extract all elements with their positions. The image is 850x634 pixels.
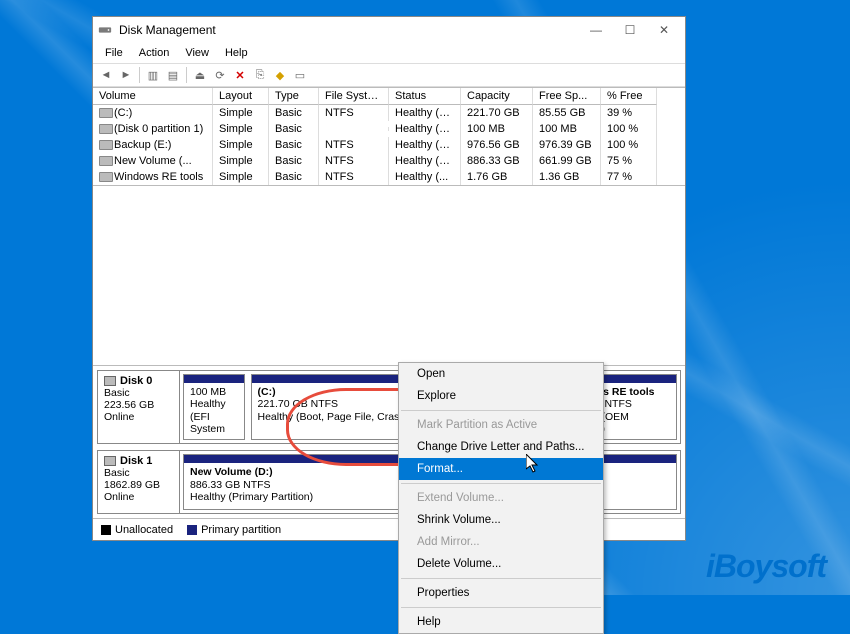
- context-menu: OpenExplore Mark Partition as ActiveChang…: [398, 362, 604, 634]
- disk-label[interactable]: Disk 0Basic223.56 GBOnline: [98, 371, 180, 443]
- titlebar: Disk Management — ☐ ✕: [93, 17, 685, 43]
- volume-icon: [99, 172, 111, 182]
- disk-label[interactable]: Disk 1Basic1862.89 GBOnline: [98, 451, 180, 513]
- partition[interactable]: New Volume (D:)886.33 GB NTFSHealthy (Pr…: [183, 454, 427, 510]
- layout-icon[interactable]: ▤: [164, 66, 182, 84]
- window-title: Disk Management: [119, 23, 579, 37]
- context-item-help[interactable]: Help: [399, 611, 603, 633]
- eject-icon[interactable]: ⏏: [191, 66, 209, 84]
- col-pctfree[interactable]: % Free: [601, 88, 657, 105]
- context-item-properties[interactable]: Properties: [399, 582, 603, 604]
- volume-icon: [99, 108, 111, 118]
- partition[interactable]: 100 MBHealthy (EFI System: [183, 374, 245, 440]
- legend-unallocated: Unallocated: [115, 524, 173, 536]
- volume-row[interactable]: (Disk 0 partition 1) SimpleBasic Healthy…: [93, 121, 685, 137]
- app-icon: [97, 22, 113, 38]
- context-separator: [401, 578, 601, 579]
- context-item-extend-volume: Extend Volume...: [399, 487, 603, 509]
- panel-icon[interactable]: ▥: [144, 66, 162, 84]
- col-volume[interactable]: Volume: [93, 88, 213, 105]
- swatch-primary: [187, 525, 197, 535]
- col-layout[interactable]: Layout: [213, 88, 269, 105]
- forward-icon[interactable]: ►: [117, 66, 135, 84]
- menu-file[interactable]: File: [97, 45, 131, 61]
- col-freespace[interactable]: Free Sp...: [533, 88, 601, 105]
- col-capacity[interactable]: Capacity: [461, 88, 533, 105]
- context-item-add-mirror: Add Mirror...: [399, 531, 603, 553]
- col-filesystem[interactable]: File System: [319, 88, 389, 105]
- volume-icon: [99, 140, 111, 150]
- context-item-format[interactable]: Format...: [399, 458, 603, 480]
- back-icon[interactable]: ◄: [97, 66, 115, 84]
- volume-row[interactable]: (C:) SimpleBasicNTFS Healthy (B...221.70…: [93, 105, 685, 121]
- context-item-explore[interactable]: Explore: [399, 385, 603, 407]
- toolbar: ◄ ► ▥ ▤ ⏏ ⟳ ✕ ⎘ ◆ ▭: [93, 63, 685, 87]
- partition-header-bar: [184, 375, 244, 383]
- partition-header-bar: [184, 455, 426, 463]
- swatch-unallocated: [101, 525, 111, 535]
- context-item-shrink-volume[interactable]: Shrink Volume...: [399, 509, 603, 531]
- menu-action[interactable]: Action: [131, 45, 178, 61]
- minimize-button[interactable]: —: [579, 20, 613, 40]
- volume-icon: [99, 124, 111, 134]
- delete-icon[interactable]: ✕: [231, 66, 249, 84]
- menubar: File Action View Help: [93, 43, 685, 63]
- context-item-open[interactable]: Open: [399, 363, 603, 385]
- col-type[interactable]: Type: [269, 88, 319, 105]
- refresh-icon[interactable]: ⟳: [211, 66, 229, 84]
- volume-row[interactable]: Windows RE tools SimpleBasicNTFS Healthy…: [93, 169, 685, 185]
- alert-icon[interactable]: ▭: [291, 66, 309, 84]
- maximize-button[interactable]: ☐: [613, 20, 647, 40]
- menu-help[interactable]: Help: [217, 45, 256, 61]
- context-item-mark-partition-as-active: Mark Partition as Active: [399, 414, 603, 436]
- iboysoft-logo: iBoysoft: [706, 548, 826, 585]
- context-separator: [401, 410, 601, 411]
- context-separator: [401, 483, 601, 484]
- new-vhd-icon[interactable]: ◆: [271, 66, 289, 84]
- attach-icon[interactable]: ⎘: [251, 66, 269, 84]
- col-status[interactable]: Status: [389, 88, 461, 105]
- volume-table: Volume Layout Type File System Status Ca…: [93, 87, 685, 185]
- volume-icon: [99, 156, 111, 166]
- context-item-delete-volume[interactable]: Delete Volume...: [399, 553, 603, 575]
- volume-row[interactable]: New Volume (... SimpleBasicNTFS Healthy …: [93, 153, 685, 169]
- legend-primary: Primary partition: [201, 524, 281, 536]
- context-item-change-drive-letter-and-paths[interactable]: Change Drive Letter and Paths...: [399, 436, 603, 458]
- menu-view[interactable]: View: [177, 45, 217, 61]
- mid-spacer: [93, 185, 685, 361]
- hdd-icon: [104, 376, 116, 386]
- close-button[interactable]: ✕: [647, 20, 681, 40]
- context-separator: [401, 607, 601, 608]
- hdd-icon: [104, 456, 116, 466]
- volume-row[interactable]: Backup (E:) SimpleBasicNTFS Healthy (P..…: [93, 137, 685, 153]
